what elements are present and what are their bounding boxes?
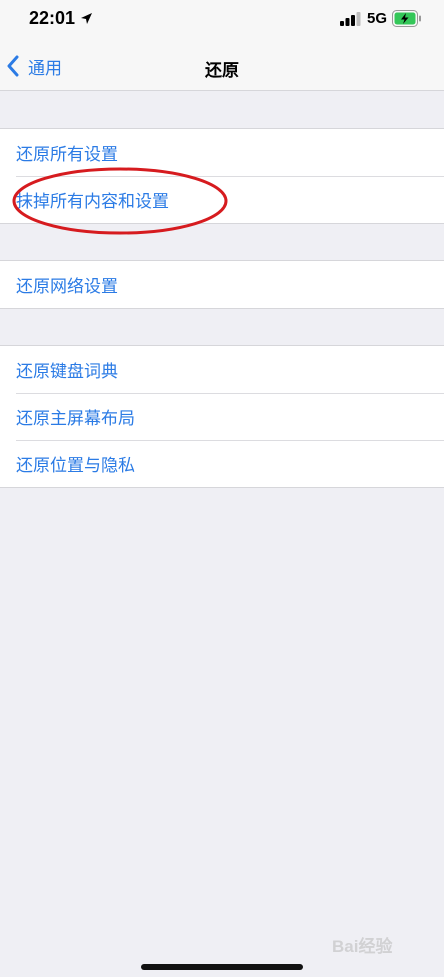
status-time: 22:01 bbox=[29, 8, 76, 28]
cell-label: 还原键盘词典 bbox=[16, 362, 118, 382]
home-indicator[interactable] bbox=[141, 964, 303, 970]
cell-label: 还原网络设置 bbox=[16, 277, 118, 297]
battery-charging-icon bbox=[392, 10, 421, 27]
location-arrow-icon bbox=[81, 13, 92, 24]
watermark-text: Bai经验 bbox=[332, 937, 393, 956]
reset-location-privacy-cell[interactable]: 还原位置与隐私 bbox=[0, 440, 444, 487]
reset-home-screen-layout-cell[interactable]: 还原主屏幕布局 bbox=[0, 393, 444, 440]
status-bar: 22:01 5G bbox=[0, 0, 444, 40]
reset-group-2: 还原网络设置 bbox=[0, 260, 444, 309]
cell-label: 还原所有设置 bbox=[16, 145, 118, 165]
reset-group-1: 还原所有设置 抹掉所有内容和设置 bbox=[0, 128, 444, 224]
signal-bars-icon bbox=[340, 12, 361, 26]
cell-label: 还原主屏幕布局 bbox=[16, 409, 135, 429]
page-title: 还原 bbox=[205, 61, 239, 81]
erase-all-content-cell[interactable]: 抹掉所有内容和设置 bbox=[0, 176, 444, 223]
reset-network-settings-cell[interactable]: 还原网络设置 bbox=[0, 261, 444, 308]
reset-group-3: 还原键盘词典 还原主屏幕布局 还原位置与隐私 bbox=[0, 345, 444, 488]
watermark-logo: Bai经验 bbox=[322, 924, 434, 964]
network-type: 5G bbox=[367, 10, 388, 27]
screen: 22:01 5G 通用 还原 还原所有设置 抹掉所有内容和设置 还原网络设置 还… bbox=[0, 0, 444, 977]
navigation-bar: 通用 还原 bbox=[0, 40, 444, 91]
cell-label: 还原位置与隐私 bbox=[16, 456, 135, 476]
reset-all-settings-cell[interactable]: 还原所有设置 bbox=[0, 129, 444, 176]
cell-label: 抹掉所有内容和设置 bbox=[16, 192, 169, 212]
reset-keyboard-dictionary-cell[interactable]: 还原键盘词典 bbox=[0, 346, 444, 393]
